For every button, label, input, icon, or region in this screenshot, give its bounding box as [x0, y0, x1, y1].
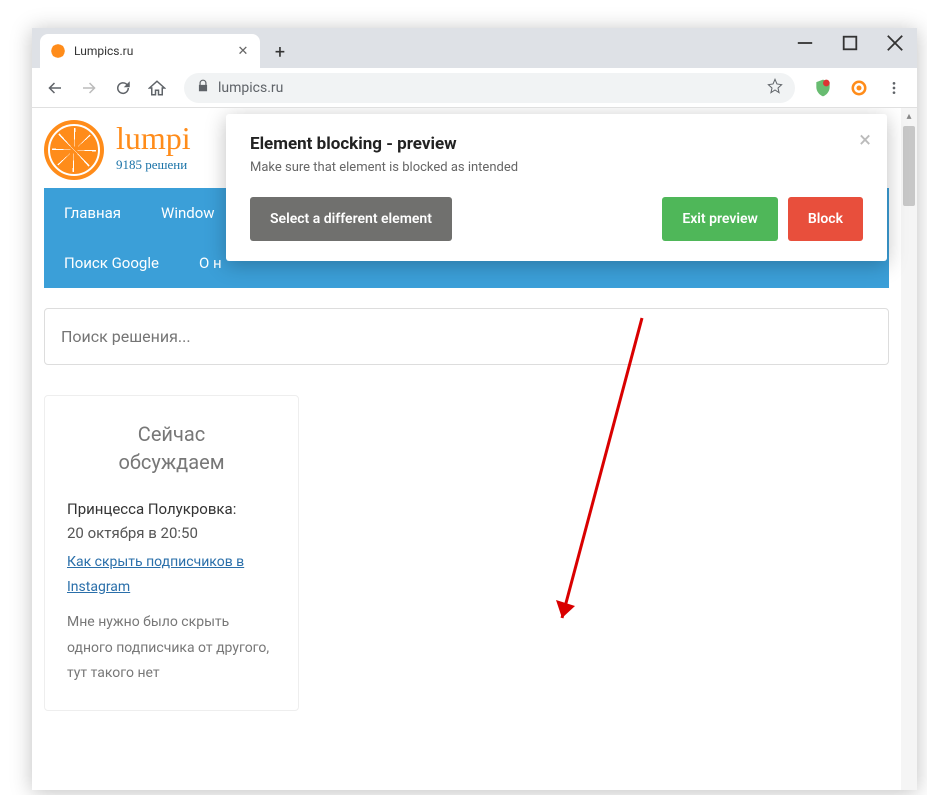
lock-icon — [196, 79, 210, 97]
window-close-button[interactable] — [872, 28, 917, 58]
modal-title: Element blocking - preview — [250, 134, 863, 154]
bookmark-icon[interactable] — [767, 78, 783, 98]
url-text: lumpics.ru — [218, 80, 283, 96]
reload-button[interactable] — [108, 73, 138, 103]
browser-tab[interactable]: Lumpics.ru ✕ — [40, 34, 260, 68]
nav-item-google-search[interactable]: Поиск Google — [44, 238, 179, 288]
maximize-icon — [841, 34, 859, 52]
home-button[interactable] — [142, 73, 172, 103]
arrow-right-icon — [80, 79, 98, 97]
tab-close-icon[interactable]: ✕ — [236, 44, 250, 58]
reload-icon — [114, 79, 132, 97]
back-button[interactable] — [40, 73, 70, 103]
block-button[interactable]: Block — [788, 197, 863, 241]
arrow-left-icon — [46, 79, 64, 97]
comment-link[interactable]: Как скрыть подписчиков в Instagram — [67, 550, 276, 600]
comment-author: Принцесса Полукровка: — [67, 500, 276, 518]
scrollbar-thumb[interactable] — [903, 126, 915, 206]
address-bar[interactable]: lumpics.ru — [184, 73, 795, 103]
title-bar: Lumpics.ru ✕ + — [32, 28, 917, 68]
new-tab-button[interactable]: + — [266, 38, 294, 66]
browser-window: Lumpics.ru ✕ + — [32, 28, 917, 790]
nav-item-home[interactable]: Главная — [44, 188, 141, 238]
comment-text: Мне нужно было скрыть одного подписчика … — [67, 610, 276, 686]
site-title: lumpi — [116, 120, 191, 157]
adguard-extension-icon[interactable] — [811, 76, 835, 100]
scroll-up-icon[interactable]: ▴ — [901, 108, 917, 124]
tab-title: Lumpics.ru — [74, 44, 236, 58]
kebab-icon — [886, 80, 902, 96]
home-icon — [148, 79, 166, 97]
window-controls — [782, 28, 917, 58]
tab-favicon-icon — [50, 43, 66, 59]
site-subtitle: 9185 решени — [116, 157, 191, 173]
discussion-card: Сейчасобсуждаем Принцесса Полукровка: 20… — [44, 395, 299, 711]
element-blocking-modal: × Element blocking - preview Make sure t… — [226, 114, 887, 261]
minimize-icon — [796, 34, 814, 52]
select-different-button[interactable]: Select a different element — [250, 197, 452, 241]
search-input[interactable] — [44, 308, 889, 365]
card-title: Сейчасобсуждаем — [67, 420, 276, 476]
modal-actions: Select a different element Exit preview … — [250, 197, 863, 241]
site-logo-icon[interactable] — [44, 120, 104, 180]
browser-toolbar: lumpics.ru — [32, 68, 917, 108]
scrollbar[interactable]: ▴ — [901, 108, 917, 790]
modal-close-icon[interactable]: × — [859, 128, 871, 153]
content-area: lumpi 9185 решени Главная Window Поиск G… — [32, 108, 917, 790]
close-icon — [886, 34, 904, 52]
exit-preview-button[interactable]: Exit preview — [662, 197, 778, 241]
modal-subtitle: Make sure that element is blocked as int… — [250, 160, 863, 175]
nav-item-windows[interactable]: Window — [141, 188, 235, 238]
forward-button[interactable] — [74, 73, 104, 103]
extension-icon[interactable] — [847, 76, 871, 100]
browser-menu-button[interactable] — [879, 73, 909, 103]
minimize-button[interactable] — [782, 28, 827, 58]
maximize-button[interactable] — [827, 28, 872, 58]
comment-date: 20 октября в 20:50 — [67, 524, 276, 542]
